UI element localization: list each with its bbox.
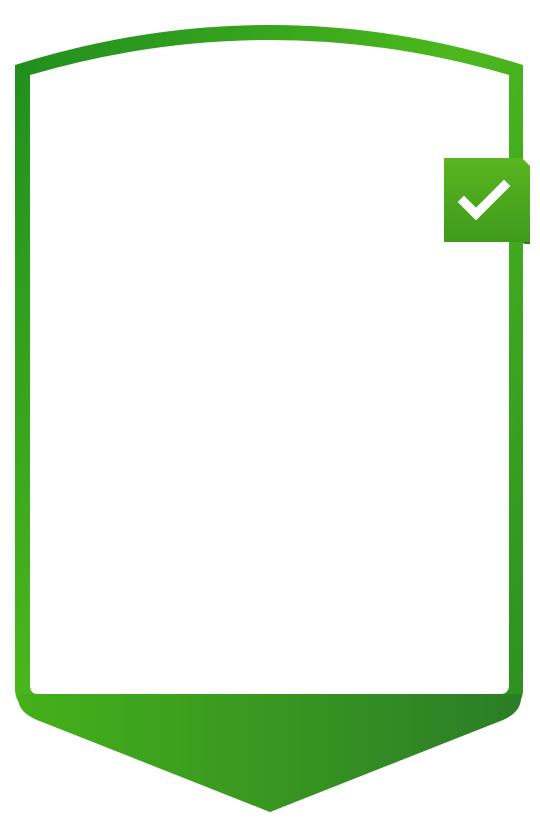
card-frame bbox=[15, 25, 523, 812]
card-inner-panel bbox=[30, 40, 509, 694]
card-bottom-banner bbox=[18, 694, 521, 812]
badge-fold bbox=[522, 242, 530, 244]
checkmark-badge[interactable] bbox=[444, 158, 530, 244]
